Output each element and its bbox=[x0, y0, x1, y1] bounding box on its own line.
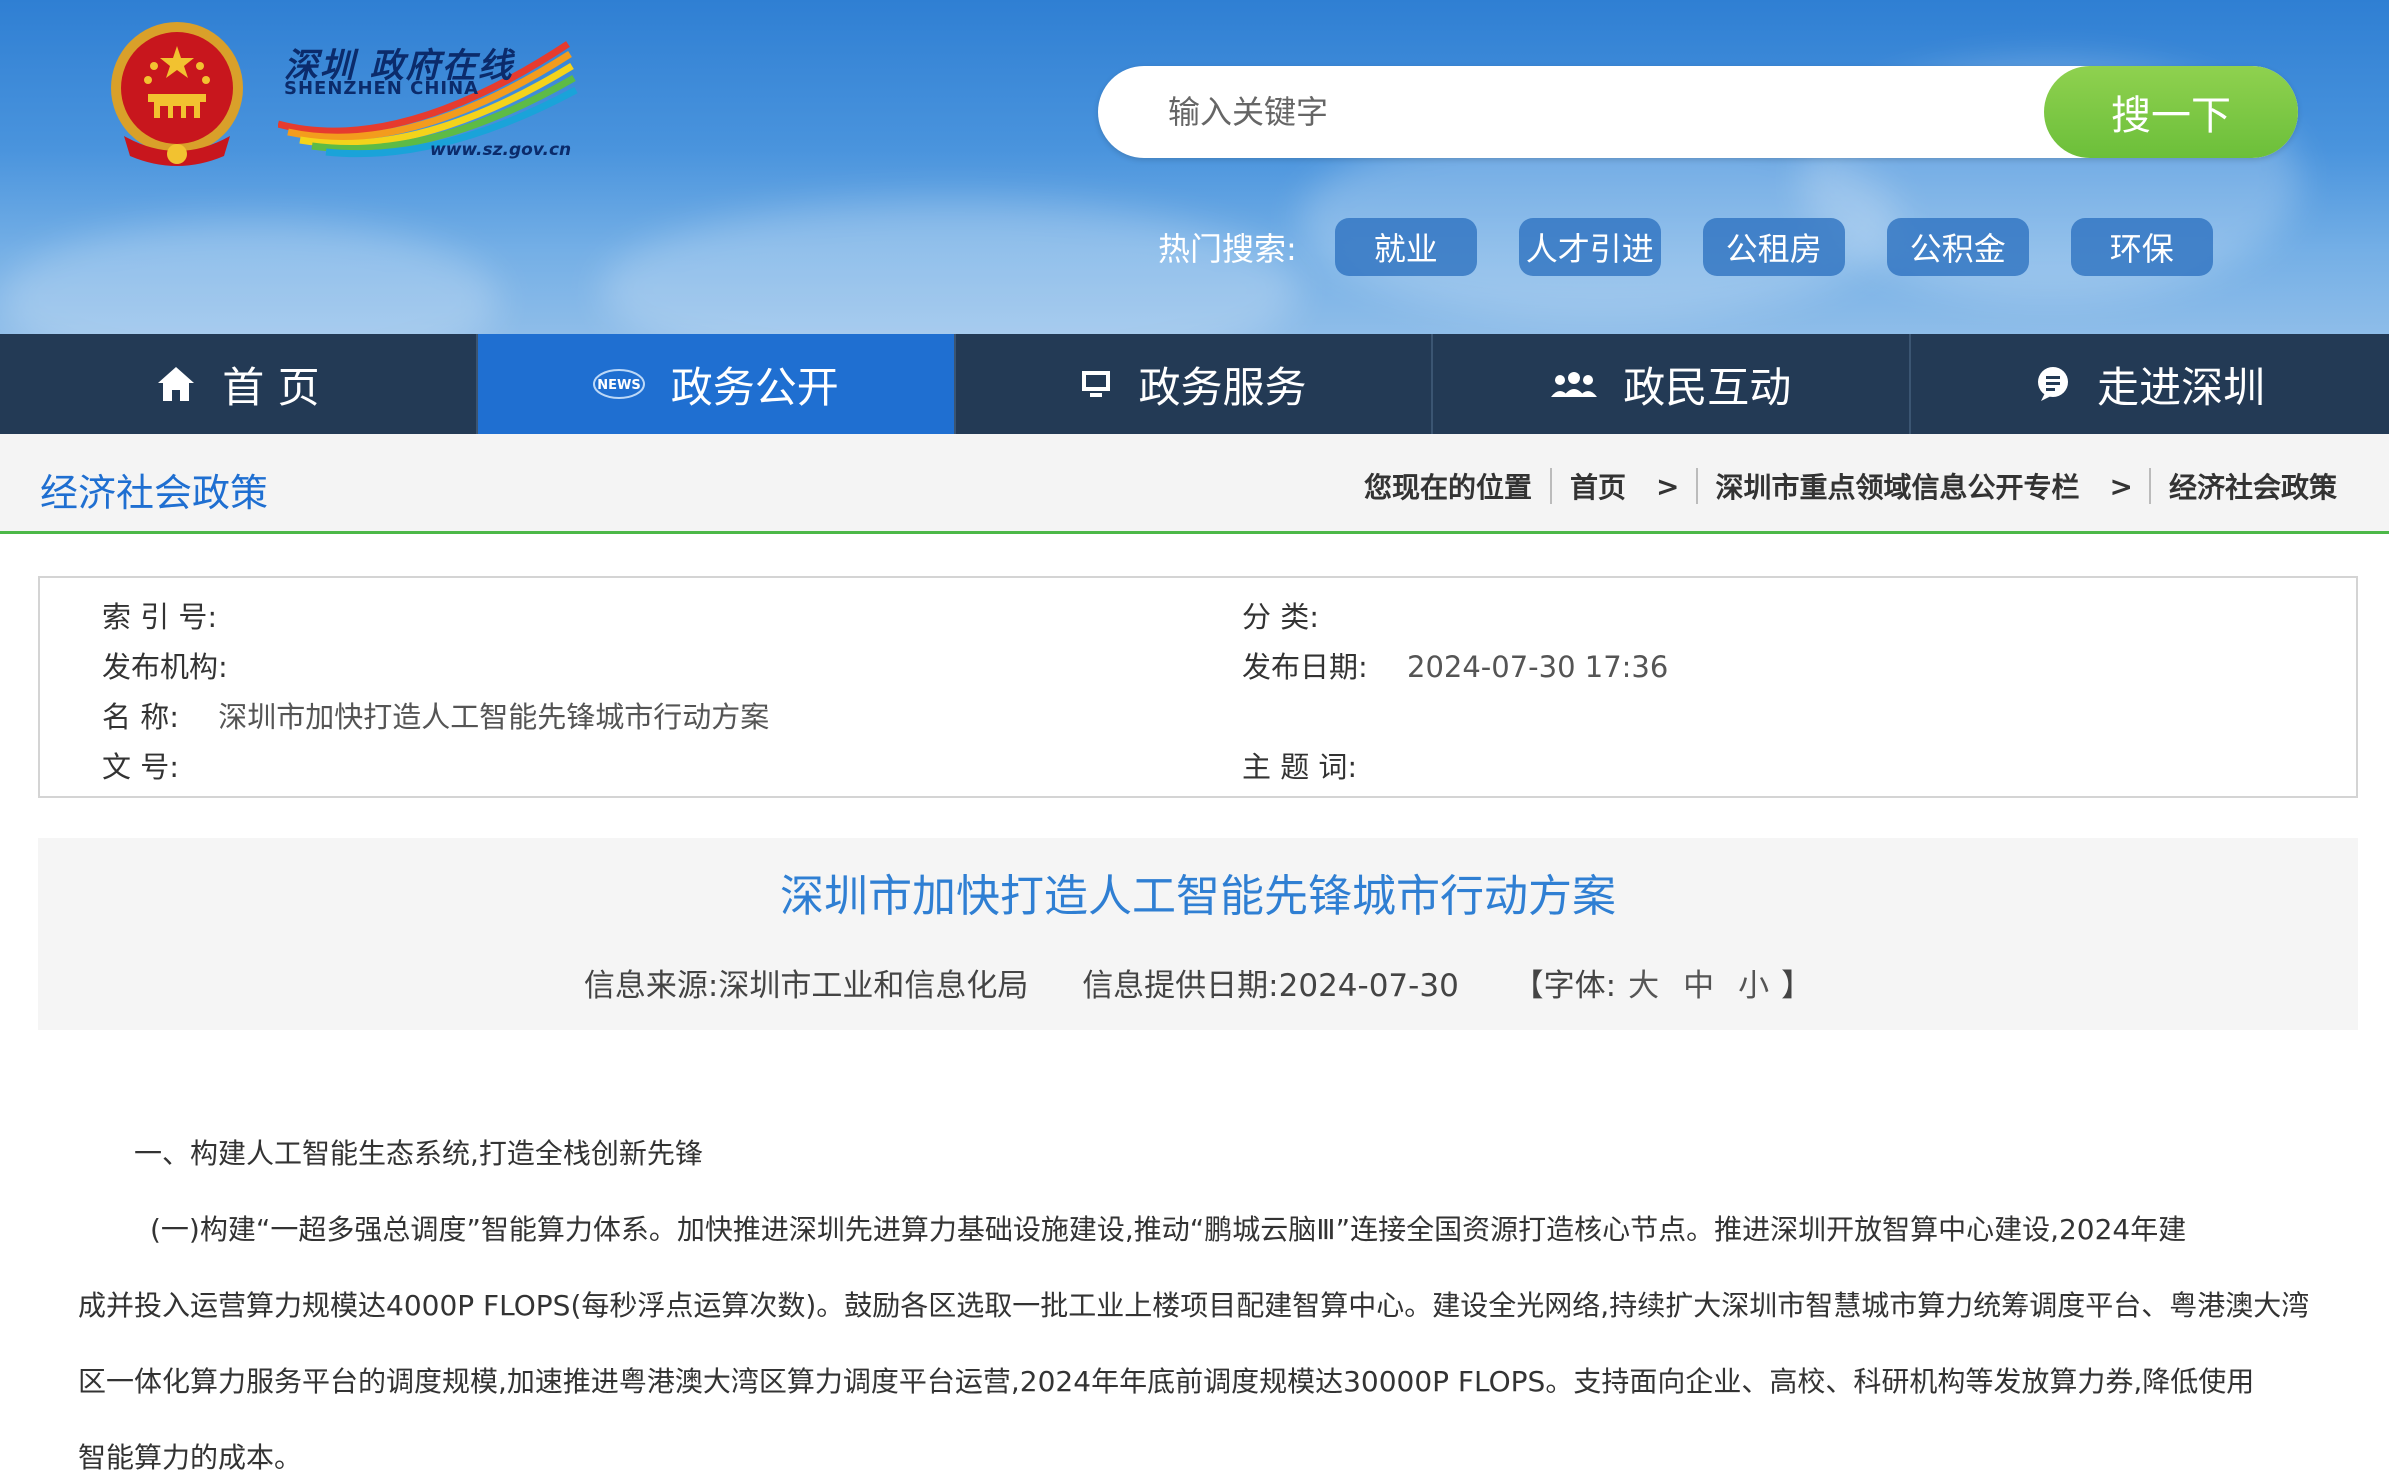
article-title: 深圳市加快打造人工智能先锋城市行动方案 bbox=[780, 871, 1616, 922]
font-size-label-close: 】 bbox=[1781, 968, 1813, 1004]
meta-category: 分 类: bbox=[1242, 594, 1349, 636]
meta-label: 分 类: bbox=[1242, 600, 1319, 634]
monitor-icon bbox=[1080, 369, 1112, 399]
header-banner: 深圳 政府在线 SHENZHEN CHINA www.sz.gov.cn 搜一下… bbox=[0, 0, 2389, 334]
nav-item-services[interactable]: 政务服务 bbox=[956, 334, 1434, 434]
article-paragraph-line: (一)构建“一超多强总调度”智能算力体系。加快推进深圳先进算力基础设施建设,推动… bbox=[150, 1213, 2187, 1246]
search-button[interactable]: 搜一下 bbox=[2044, 66, 2298, 158]
hot-tag-public-housing[interactable]: 公租房 bbox=[1702, 218, 1845, 276]
meta-label: 发布机构: bbox=[102, 650, 228, 684]
nav-item-government-affairs[interactable]: NEWS 政务公开 bbox=[477, 334, 956, 434]
meta-label: 文 号: bbox=[102, 750, 179, 784]
location-label: 您现在的位置 bbox=[1364, 471, 1533, 504]
nav-label: 走进深圳 bbox=[2097, 362, 2266, 412]
nav-label: 政民互动 bbox=[1623, 362, 1792, 412]
section-title: 经济社会政策 bbox=[40, 471, 269, 515]
meta-keywords: 主 题 词: bbox=[1242, 744, 1387, 786]
breadcrumb-column[interactable]: 深圳市重点领域信息公开专栏 bbox=[1716, 466, 2080, 506]
article-header: 深圳市加快打造人工智能先锋城市行动方案 信息来源:深圳市工业和信息化局 信息提供… bbox=[38, 838, 2358, 1030]
hot-tag-jobs[interactable]: 就业 bbox=[1334, 218, 1477, 276]
nav-item-about-shenzhen[interactable]: 走进深圳 bbox=[1911, 334, 2389, 434]
nav-item-interaction[interactable]: 政民互动 bbox=[1433, 334, 1912, 434]
search-input[interactable] bbox=[1168, 66, 2028, 158]
hot-tag-talent[interactable]: 人才引进 bbox=[1518, 218, 1661, 276]
hot-tag-housing-fund[interactable]: 公积金 bbox=[1886, 218, 2029, 276]
hot-search-label: 热门搜索: bbox=[1158, 230, 1297, 268]
nav-item-home[interactable]: 首 页 bbox=[0, 334, 478, 434]
breadcrumb-home[interactable]: 首页 bbox=[1570, 466, 1626, 506]
nav-label: 政务公开 bbox=[670, 362, 839, 412]
hot-tag-environment[interactable]: 环保 bbox=[2070, 218, 2213, 276]
article-paragraph-line: 区一体化算力服务平台的调度规模,加速推进粤港澳大湾区算力调度平台运营,2024年… bbox=[78, 1365, 2255, 1398]
meta-label: 名 称: bbox=[102, 700, 179, 734]
breadcrumb-divider bbox=[1550, 468, 1553, 504]
meta-doc-no: 文 号: bbox=[102, 744, 209, 786]
breadcrumb-arrow: > bbox=[1656, 469, 1680, 503]
nav-label: 政务服务 bbox=[1138, 362, 1307, 412]
breadcrumb-arrow: > bbox=[2109, 469, 2133, 503]
news-icon: NEWS bbox=[592, 369, 645, 399]
article-paragraph-line: 成并投入运营算力规模达4000P FLOPS(每秒浮点运算次数)。鼓励各区选取一… bbox=[78, 1289, 2310, 1322]
article-paragraph-line: 智能算力的成本。 bbox=[78, 1441, 303, 1474]
font-size-medium-button[interactable]: 中 bbox=[1683, 968, 1714, 1004]
national-emblem-icon bbox=[111, 22, 243, 166]
meta-publish-date: 发布日期: 2024-07-30 17:36 bbox=[1242, 644, 1668, 686]
logo-url-text: www.sz.gov.cn bbox=[430, 140, 572, 160]
document-meta-table: 索 引 号: 分 类: 发布机构: 发布日期: 2024-07-30 17:36… bbox=[38, 576, 2358, 798]
breadcrumb-divider bbox=[2148, 468, 2151, 504]
font-size-label-open: 【字体: bbox=[1512, 968, 1617, 1004]
chat-icon bbox=[2035, 366, 2071, 402]
home-icon bbox=[156, 365, 196, 403]
nav-label: 首 页 bbox=[222, 362, 320, 412]
article-section-heading: 一、构建人工智能生态系统,打造全栈创新先锋 bbox=[134, 1137, 703, 1170]
meta-index-no: 索 引 号: bbox=[102, 594, 247, 636]
hot-search: 热门搜索: 就业 人才引进 公租房 公积金 环保 bbox=[1158, 218, 2255, 276]
people-icon bbox=[1551, 369, 1598, 399]
font-size-large-button[interactable]: 大 bbox=[1628, 968, 1659, 1004]
search-box: 搜一下 bbox=[1098, 66, 2298, 158]
logo-en-text: SHENZHEN CHINA bbox=[284, 78, 480, 99]
article-date: 信息提供日期:2024-07-30 bbox=[1082, 968, 1459, 1004]
font-size-small-button[interactable]: 小 bbox=[1738, 968, 1769, 1004]
meta-label: 发布日期: bbox=[1242, 650, 1368, 684]
meta-label: 索 引 号: bbox=[102, 600, 218, 634]
svg-text:NEWS: NEWS bbox=[597, 378, 640, 393]
article-source: 信息来源:深圳市工业和信息化局 bbox=[583, 968, 1029, 1004]
meta-value: 2024-07-30 17:36 bbox=[1407, 650, 1669, 684]
breadcrumb-divider bbox=[1695, 468, 1698, 504]
breadcrumb-bar: 经济社会政策 您现在的位置 首页 > 深圳市重点领域信息公开专栏 > 经济社会政… bbox=[0, 434, 2389, 534]
meta-publisher: 发布机构: bbox=[102, 644, 258, 686]
breadcrumb: 您现在的位置 首页 > 深圳市重点领域信息公开专栏 > 经济社会政策 bbox=[1364, 466, 2337, 506]
breadcrumb-current[interactable]: 经济社会政策 bbox=[2169, 466, 2337, 506]
meta-label: 主 题 词: bbox=[1242, 750, 1358, 784]
meta-value: 深圳市加快打造人工智能先锋城市行动方案 bbox=[218, 700, 770, 734]
meta-name: 名 称: 深圳市加快打造人工智能先锋城市行动方案 bbox=[102, 694, 769, 736]
article-info: 信息来源:深圳市工业和信息化局 信息提供日期:2024-07-30 【字体: 大中… bbox=[38, 960, 2358, 1005]
main-nav: 首 页 NEWS 政务公开 政务服务 政民互动 走进深圳 bbox=[0, 334, 2389, 434]
